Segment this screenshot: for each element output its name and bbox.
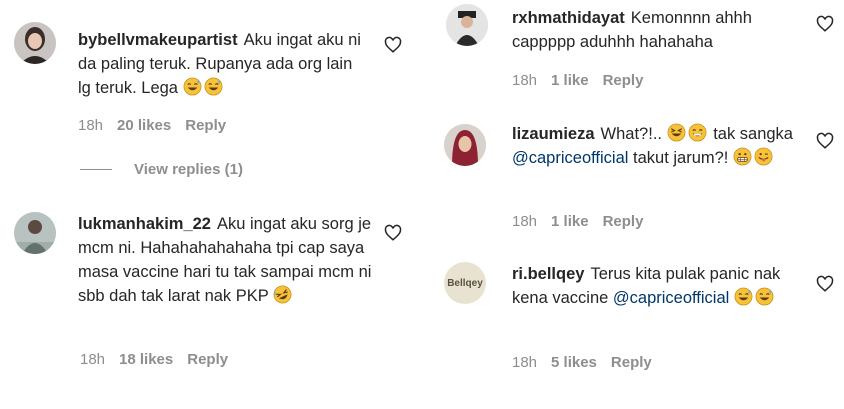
comment-time: 18h <box>80 351 106 368</box>
likes-count[interactable]: 5 likes <box>551 354 597 371</box>
comment-username[interactable]: ri.bellqey <box>512 265 584 283</box>
comment-item: bybellvmakeupartist Aku ingat aku ni da p… <box>0 0 422 190</box>
avatar-logo-text: Bellqey <box>447 277 483 289</box>
comment-text: lizaumieza What?!.. tak sangka @capriceof… <box>512 122 812 170</box>
comment-text: ri.bellqey Terus kita pulak panic nak ken… <box>512 262 812 310</box>
avatar[interactable] <box>444 124 486 166</box>
grinning-sweat-emoji <box>755 287 774 306</box>
comment-time: 18h <box>78 117 104 134</box>
heart-icon[interactable] <box>384 36 402 54</box>
tongue-emoji <box>754 147 773 166</box>
reply-button[interactable]: Reply <box>611 354 652 371</box>
comment-username[interactable]: bybellvmakeupartist <box>78 31 238 49</box>
comment-meta: 18h 1 like Reply <box>512 213 643 230</box>
grimacing-emoji <box>733 147 752 166</box>
reply-button[interactable]: Reply <box>603 213 644 230</box>
avatar[interactable]: Bellqey <box>444 262 486 304</box>
comment-item: lukmanhakim_22 Aku ingat aku sorg je mcm … <box>0 200 422 400</box>
grinning-sweat-emoji <box>734 287 753 306</box>
comment-item: rxhmathidayat Kemonnnn ahhh cappppp aduhh… <box>422 0 844 110</box>
comment-meta: 18h 5 likes Reply <box>512 354 652 371</box>
heart-icon[interactable] <box>816 15 834 33</box>
comment-meta: 18h 1 like Reply <box>512 72 643 89</box>
comment-username[interactable]: lukmanhakim_22 <box>78 215 211 233</box>
reply-button[interactable]: Reply <box>187 351 228 368</box>
comment-body-part3: takut jarum?! <box>633 149 729 167</box>
reply-button[interactable]: Reply <box>185 117 226 134</box>
divider-line <box>80 169 112 170</box>
comment-item: lizaumieza What?!.. tak sangka @capriceof… <box>422 112 844 252</box>
likes-count[interactable]: 1 like <box>551 213 589 230</box>
comment-body-part2: tak sangka <box>713 125 793 143</box>
comment-username[interactable]: rxhmathidayat <box>512 9 625 27</box>
likes-count[interactable]: 18 likes <box>119 351 173 368</box>
comment-text: rxhmathidayat Kemonnnn ahhh cappppp aduhh… <box>512 6 812 54</box>
comment-body-part1: What?!.. <box>600 125 662 143</box>
view-replies-label: View replies (1) <box>134 161 243 178</box>
likes-count[interactable]: 20 likes <box>117 117 171 134</box>
comment-item: Bellqey ri.bellqey Terus kita pulak panic… <box>422 252 844 402</box>
reply-button[interactable]: Reply <box>603 72 644 89</box>
comment-time: 18h <box>512 354 538 371</box>
comment-text: lukmanhakim_22 Aku ingat aku sorg je mcm … <box>78 212 378 308</box>
avatar[interactable] <box>446 4 488 46</box>
view-replies-button[interactable]: View replies (1) <box>80 161 243 178</box>
mention-link[interactable]: @capriceofficial <box>512 149 628 167</box>
comment-meta: 18h 20 likes Reply <box>78 117 226 134</box>
heart-icon[interactable] <box>384 224 402 242</box>
mention-link[interactable]: @capriceofficial <box>613 289 729 307</box>
comment-meta: 18h 18 likes Reply <box>80 351 228 368</box>
comment-username[interactable]: lizaumieza <box>512 125 595 143</box>
grinning-sweat-emoji <box>204 77 223 96</box>
grinning-sweat-emoji <box>183 77 202 96</box>
grinning-emoji <box>688 123 707 142</box>
comment-text: bybellvmakeupartist Aku ingat aku ni da p… <box>78 28 368 100</box>
grinning-squint-emoji <box>667 123 686 142</box>
avatar[interactable] <box>14 22 56 64</box>
comment-time: 18h <box>512 72 538 89</box>
avatar[interactable] <box>14 212 56 254</box>
rolling-laughing-emoji <box>273 285 292 304</box>
comment-time: 18h <box>512 213 538 230</box>
heart-icon[interactable] <box>816 132 834 150</box>
heart-icon[interactable] <box>816 275 834 293</box>
likes-count[interactable]: 1 like <box>551 72 589 89</box>
